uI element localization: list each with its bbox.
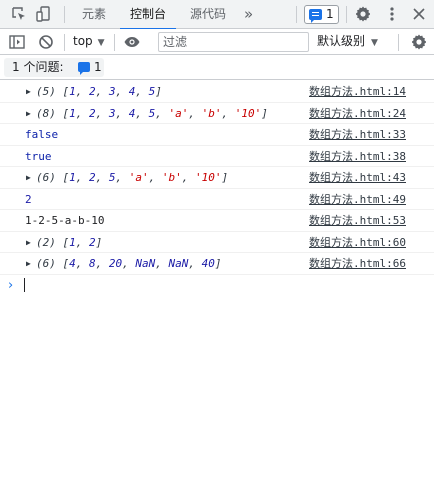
tab-console[interactable]: 控制台 (120, 0, 176, 30)
console-message[interactable]: ▶ (2) [1, 2] 数组方法.html:60 (0, 232, 434, 253)
source-link[interactable]: 数组方法.html:24 (309, 103, 406, 124)
console-message-text: 1-2-5-a-b-10 (25, 214, 105, 227)
toolbar-divider (114, 34, 115, 51)
dropdown-caret-icon: ▼ (371, 38, 378, 48)
console-message-text: false (25, 128, 59, 141)
console-message-text: (2) [1, 2] (36, 235, 103, 249)
settings-gear-icon[interactable] (354, 5, 372, 23)
tab-elements[interactable]: 元素 (72, 0, 116, 29)
tab-divider (346, 6, 347, 23)
devtools-tab-bar: 元素 控制台 源代码 » 1 (0, 0, 434, 30)
console-message[interactable]: ▶ (6) [1, 2, 5, 'a', 'b', '10'] 数组方法.htm… (0, 167, 434, 189)
issues-label: 1 个问题: (12, 60, 64, 74)
clear-console-icon[interactable] (37, 33, 55, 51)
more-options-icon[interactable] (383, 5, 401, 23)
expand-triangle-icon[interactable]: ▶ (26, 253, 31, 274)
source-link[interactable]: 数组方法.html:14 (309, 81, 406, 102)
issues-count: 1 (326, 7, 334, 21)
issues-bar: 1 个问题: 1 (0, 55, 434, 80)
sidebar-toggle-icon[interactable] (8, 33, 26, 51)
console-message-text: 2 (25, 192, 32, 206)
issues-counter-button[interactable]: 1 (304, 5, 339, 24)
expand-triangle-icon[interactable]: ▶ (26, 232, 31, 253)
tab-sources-label: 源代码 (189, 7, 226, 21)
source-link[interactable]: 数组方法.html:33 (309, 124, 406, 145)
issues-button[interactable]: 1 个问题: 1 (4, 58, 104, 77)
context-selector[interactable]: top ▼ (73, 29, 105, 54)
console-message-text: (6) [1, 2, 5, 'a', 'b', '10'] (36, 171, 229, 184)
tab-divider (64, 6, 65, 23)
more-tabs-button[interactable]: » (244, 0, 253, 29)
message-icon (78, 62, 90, 75)
expand-triangle-icon[interactable]: ▶ (26, 103, 31, 124)
tab-console-label: 控制台 (129, 7, 166, 21)
console-message: true 数组方法.html:38 (0, 146, 434, 167)
tab-divider (296, 6, 297, 23)
expand-triangle-icon[interactable]: ▶ (26, 167, 31, 188)
console-message-text: (6) [4, 8, 20, NaN, NaN, 40] (36, 257, 222, 270)
expand-triangle-icon[interactable]: ▶ (26, 81, 31, 102)
filter-input[interactable] (158, 32, 309, 52)
tab-elements-label: 元素 (81, 7, 106, 21)
issues-count: 1 (94, 60, 102, 74)
source-link[interactable]: 数组方法.html:43 (309, 167, 406, 188)
toolbar-divider (64, 34, 65, 51)
message-icon (309, 9, 322, 23)
console-message-text: (8) [1, 2, 3, 4, 5, 'a', 'b', '10'] (36, 106, 268, 120)
console-message: 1-2-5-a-b-10 数组方法.html:53 (0, 210, 434, 232)
toolbar-divider (398, 34, 399, 51)
dropdown-caret-icon: ▼ (97, 38, 105, 48)
source-link[interactable]: 数组方法.html:60 (309, 232, 406, 253)
console-message[interactable]: ▶ (8) [1, 2, 3, 4, 5, 'a', 'b', '10'] 数组… (0, 103, 434, 124)
console-message[interactable]: ▶ (6) [4, 8, 20, NaN, NaN, 40] 数组方法.html… (0, 253, 434, 275)
live-expression-eye-icon[interactable] (123, 33, 141, 51)
console-settings-gear-icon[interactable] (410, 33, 428, 51)
log-level-selector[interactable]: 默认级别 ▼ (317, 29, 378, 54)
console-prompt[interactable]: › (0, 275, 434, 296)
console-toolbar: top ▼ 默认级别 ▼ (0, 29, 434, 55)
console-message: 2 数组方法.html:49 (0, 189, 434, 210)
context-label: top (73, 34, 93, 48)
text-cursor (24, 277, 25, 292)
close-icon[interactable] (410, 5, 428, 23)
tab-sources[interactable]: 源代码 (182, 0, 234, 29)
console-message[interactable]: ▶ (5) [1, 2, 3, 4, 5] 数组方法.html:14 (0, 81, 434, 103)
source-link[interactable]: 数组方法.html:38 (309, 146, 406, 167)
source-link[interactable]: 数组方法.html:66 (309, 253, 406, 274)
console-output: ▶ (5) [1, 2, 3, 4, 5] 数组方法.html:14 ▶ (8)… (0, 81, 434, 296)
console-message-text: true (25, 149, 52, 163)
console-message-text: (5) [1, 2, 3, 4, 5] (36, 85, 162, 98)
console-message: false 数组方法.html:33 (0, 124, 434, 146)
device-toolbar-icon[interactable] (35, 5, 53, 23)
source-link[interactable]: 数组方法.html:53 (309, 210, 406, 231)
prompt-chevron-icon: › (8, 277, 14, 293)
inspect-element-icon[interactable] (10, 5, 28, 23)
source-link[interactable]: 数组方法.html:49 (309, 189, 406, 210)
log-level-label: 默认级别 (317, 34, 366, 48)
